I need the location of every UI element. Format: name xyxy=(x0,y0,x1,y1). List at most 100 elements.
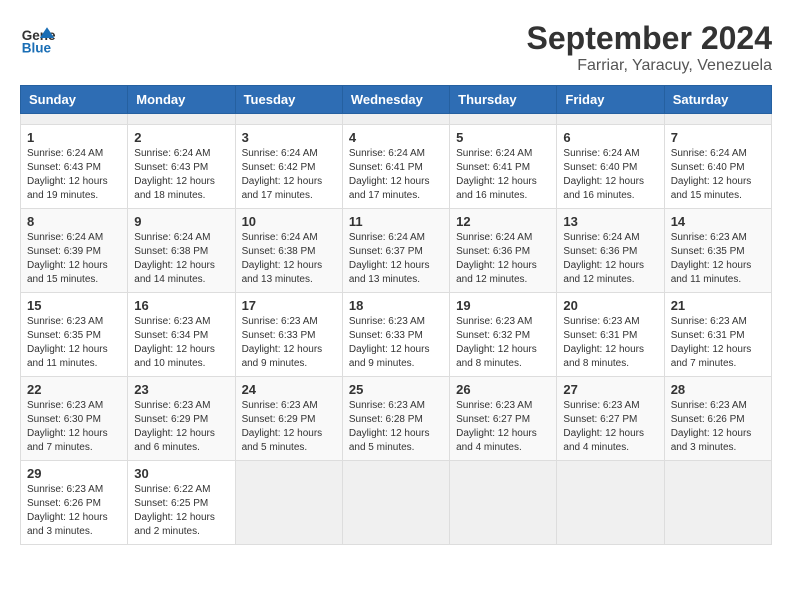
day-number: 9 xyxy=(134,214,228,229)
day-cell: 8 Sunrise: 6:24 AMSunset: 6:39 PMDayligh… xyxy=(21,209,128,293)
empty-cell xyxy=(450,461,557,545)
day-cell: 25 Sunrise: 6:23 AMSunset: 6:28 PMDaylig… xyxy=(342,377,449,461)
day-info: Sunrise: 6:23 AMSunset: 6:29 PMDaylight:… xyxy=(134,399,228,455)
location: Farriar, Yaracuy, Venezuela xyxy=(527,57,772,75)
empty-cell xyxy=(557,461,664,545)
empty-cell xyxy=(664,461,771,545)
day-number: 29 xyxy=(27,466,121,481)
day-info: Sunrise: 6:24 AMSunset: 6:36 PMDaylight:… xyxy=(563,231,657,287)
day-number: 17 xyxy=(242,298,336,313)
day-cell: 14 Sunrise: 6:23 AMSunset: 6:35 PMDaylig… xyxy=(664,209,771,293)
day-number: 2 xyxy=(134,130,228,145)
day-info: Sunrise: 6:23 AMSunset: 6:26 PMDaylight:… xyxy=(671,399,765,455)
day-number: 6 xyxy=(563,130,657,145)
day-header-sunday: Sunday xyxy=(21,86,128,114)
day-info: Sunrise: 6:24 AMSunset: 6:37 PMDaylight:… xyxy=(349,231,443,287)
day-cell: 3 Sunrise: 6:24 AMSunset: 6:42 PMDayligh… xyxy=(235,125,342,209)
day-cell: 2 Sunrise: 6:24 AMSunset: 6:43 PMDayligh… xyxy=(128,125,235,209)
title-block: September 2024 Farriar, Yaracuy, Venezue… xyxy=(527,20,772,75)
logo: General Blue xyxy=(20,20,56,56)
day-number: 28 xyxy=(671,382,765,397)
day-header-monday: Monday xyxy=(128,86,235,114)
day-cell: 30 Sunrise: 6:22 AMSunset: 6:25 PMDaylig… xyxy=(128,461,235,545)
day-cell: 9 Sunrise: 6:24 AMSunset: 6:38 PMDayligh… xyxy=(128,209,235,293)
empty-cell xyxy=(342,461,449,545)
day-info: Sunrise: 6:23 AMSunset: 6:34 PMDaylight:… xyxy=(134,315,228,371)
calendar-row: 29 Sunrise: 6:23 AMSunset: 6:26 PMDaylig… xyxy=(21,461,772,545)
day-cell: 4 Sunrise: 6:24 AMSunset: 6:41 PMDayligh… xyxy=(342,125,449,209)
day-number: 4 xyxy=(349,130,443,145)
day-number: 22 xyxy=(27,382,121,397)
day-header-tuesday: Tuesday xyxy=(235,86,342,114)
day-number: 30 xyxy=(134,466,228,481)
calendar-row: 1 Sunrise: 6:24 AMSunset: 6:43 PMDayligh… xyxy=(21,125,772,209)
day-cell: 22 Sunrise: 6:23 AMSunset: 6:30 PMDaylig… xyxy=(21,377,128,461)
day-number: 24 xyxy=(242,382,336,397)
day-cell: 12 Sunrise: 6:24 AMSunset: 6:36 PMDaylig… xyxy=(450,209,557,293)
day-number: 5 xyxy=(456,130,550,145)
month-title: September 2024 xyxy=(527,20,772,57)
page-header: General Blue September 2024 Farriar, Yar… xyxy=(20,20,772,75)
day-number: 19 xyxy=(456,298,550,313)
empty-cell xyxy=(235,114,342,125)
day-number: 20 xyxy=(563,298,657,313)
day-cell: 23 Sunrise: 6:23 AMSunset: 6:29 PMDaylig… xyxy=(128,377,235,461)
svg-text:Blue: Blue xyxy=(22,40,52,55)
day-cell: 26 Sunrise: 6:23 AMSunset: 6:27 PMDaylig… xyxy=(450,377,557,461)
day-header-thursday: Thursday xyxy=(450,86,557,114)
day-info: Sunrise: 6:24 AMSunset: 6:40 PMDaylight:… xyxy=(671,147,765,203)
calendar-row: 22 Sunrise: 6:23 AMSunset: 6:30 PMDaylig… xyxy=(21,377,772,461)
empty-cell xyxy=(664,114,771,125)
day-info: Sunrise: 6:24 AMSunset: 6:41 PMDaylight:… xyxy=(349,147,443,203)
calendar-row: 15 Sunrise: 6:23 AMSunset: 6:35 PMDaylig… xyxy=(21,293,772,377)
day-info: Sunrise: 6:23 AMSunset: 6:33 PMDaylight:… xyxy=(242,315,336,371)
day-number: 25 xyxy=(349,382,443,397)
day-cell: 7 Sunrise: 6:24 AMSunset: 6:40 PMDayligh… xyxy=(664,125,771,209)
day-header-friday: Friday xyxy=(557,86,664,114)
day-header-wednesday: Wednesday xyxy=(342,86,449,114)
day-cell: 28 Sunrise: 6:23 AMSunset: 6:26 PMDaylig… xyxy=(664,377,771,461)
day-number: 10 xyxy=(242,214,336,229)
day-number: 14 xyxy=(671,214,765,229)
day-info: Sunrise: 6:24 AMSunset: 6:36 PMDaylight:… xyxy=(456,231,550,287)
day-info: Sunrise: 6:24 AMSunset: 6:42 PMDaylight:… xyxy=(242,147,336,203)
day-info: Sunrise: 6:23 AMSunset: 6:35 PMDaylight:… xyxy=(27,315,121,371)
day-info: Sunrise: 6:23 AMSunset: 6:32 PMDaylight:… xyxy=(456,315,550,371)
day-info: Sunrise: 6:24 AMSunset: 6:38 PMDaylight:… xyxy=(134,231,228,287)
day-cell: 19 Sunrise: 6:23 AMSunset: 6:32 PMDaylig… xyxy=(450,293,557,377)
day-number: 7 xyxy=(671,130,765,145)
day-info: Sunrise: 6:24 AMSunset: 6:41 PMDaylight:… xyxy=(456,147,550,203)
day-info: Sunrise: 6:24 AMSunset: 6:40 PMDaylight:… xyxy=(563,147,657,203)
day-cell: 13 Sunrise: 6:24 AMSunset: 6:36 PMDaylig… xyxy=(557,209,664,293)
calendar-table: SundayMondayTuesdayWednesdayThursdayFrid… xyxy=(20,85,772,545)
day-cell: 24 Sunrise: 6:23 AMSunset: 6:29 PMDaylig… xyxy=(235,377,342,461)
day-cell: 5 Sunrise: 6:24 AMSunset: 6:41 PMDayligh… xyxy=(450,125,557,209)
day-info: Sunrise: 6:23 AMSunset: 6:30 PMDaylight:… xyxy=(27,399,121,455)
day-info: Sunrise: 6:23 AMSunset: 6:31 PMDaylight:… xyxy=(563,315,657,371)
day-cell: 15 Sunrise: 6:23 AMSunset: 6:35 PMDaylig… xyxy=(21,293,128,377)
day-number: 3 xyxy=(242,130,336,145)
day-cell: 10 Sunrise: 6:24 AMSunset: 6:38 PMDaylig… xyxy=(235,209,342,293)
empty-cell xyxy=(342,114,449,125)
day-header-saturday: Saturday xyxy=(664,86,771,114)
calendar-row: 8 Sunrise: 6:24 AMSunset: 6:39 PMDayligh… xyxy=(21,209,772,293)
day-number: 1 xyxy=(27,130,121,145)
day-cell: 11 Sunrise: 6:24 AMSunset: 6:37 PMDaylig… xyxy=(342,209,449,293)
day-info: Sunrise: 6:23 AMSunset: 6:31 PMDaylight:… xyxy=(671,315,765,371)
day-info: Sunrise: 6:23 AMSunset: 6:35 PMDaylight:… xyxy=(671,231,765,287)
day-number: 27 xyxy=(563,382,657,397)
day-cell: 1 Sunrise: 6:24 AMSunset: 6:43 PMDayligh… xyxy=(21,125,128,209)
day-number: 12 xyxy=(456,214,550,229)
day-cell: 18 Sunrise: 6:23 AMSunset: 6:33 PMDaylig… xyxy=(342,293,449,377)
day-number: 8 xyxy=(27,214,121,229)
day-info: Sunrise: 6:23 AMSunset: 6:26 PMDaylight:… xyxy=(27,483,121,539)
day-info: Sunrise: 6:23 AMSunset: 6:27 PMDaylight:… xyxy=(456,399,550,455)
day-cell: 27 Sunrise: 6:23 AMSunset: 6:27 PMDaylig… xyxy=(557,377,664,461)
day-number: 26 xyxy=(456,382,550,397)
empty-cell xyxy=(450,114,557,125)
empty-cell xyxy=(235,461,342,545)
empty-cell xyxy=(128,114,235,125)
empty-cell xyxy=(21,114,128,125)
day-cell: 6 Sunrise: 6:24 AMSunset: 6:40 PMDayligh… xyxy=(557,125,664,209)
day-info: Sunrise: 6:24 AMSunset: 6:43 PMDaylight:… xyxy=(134,147,228,203)
